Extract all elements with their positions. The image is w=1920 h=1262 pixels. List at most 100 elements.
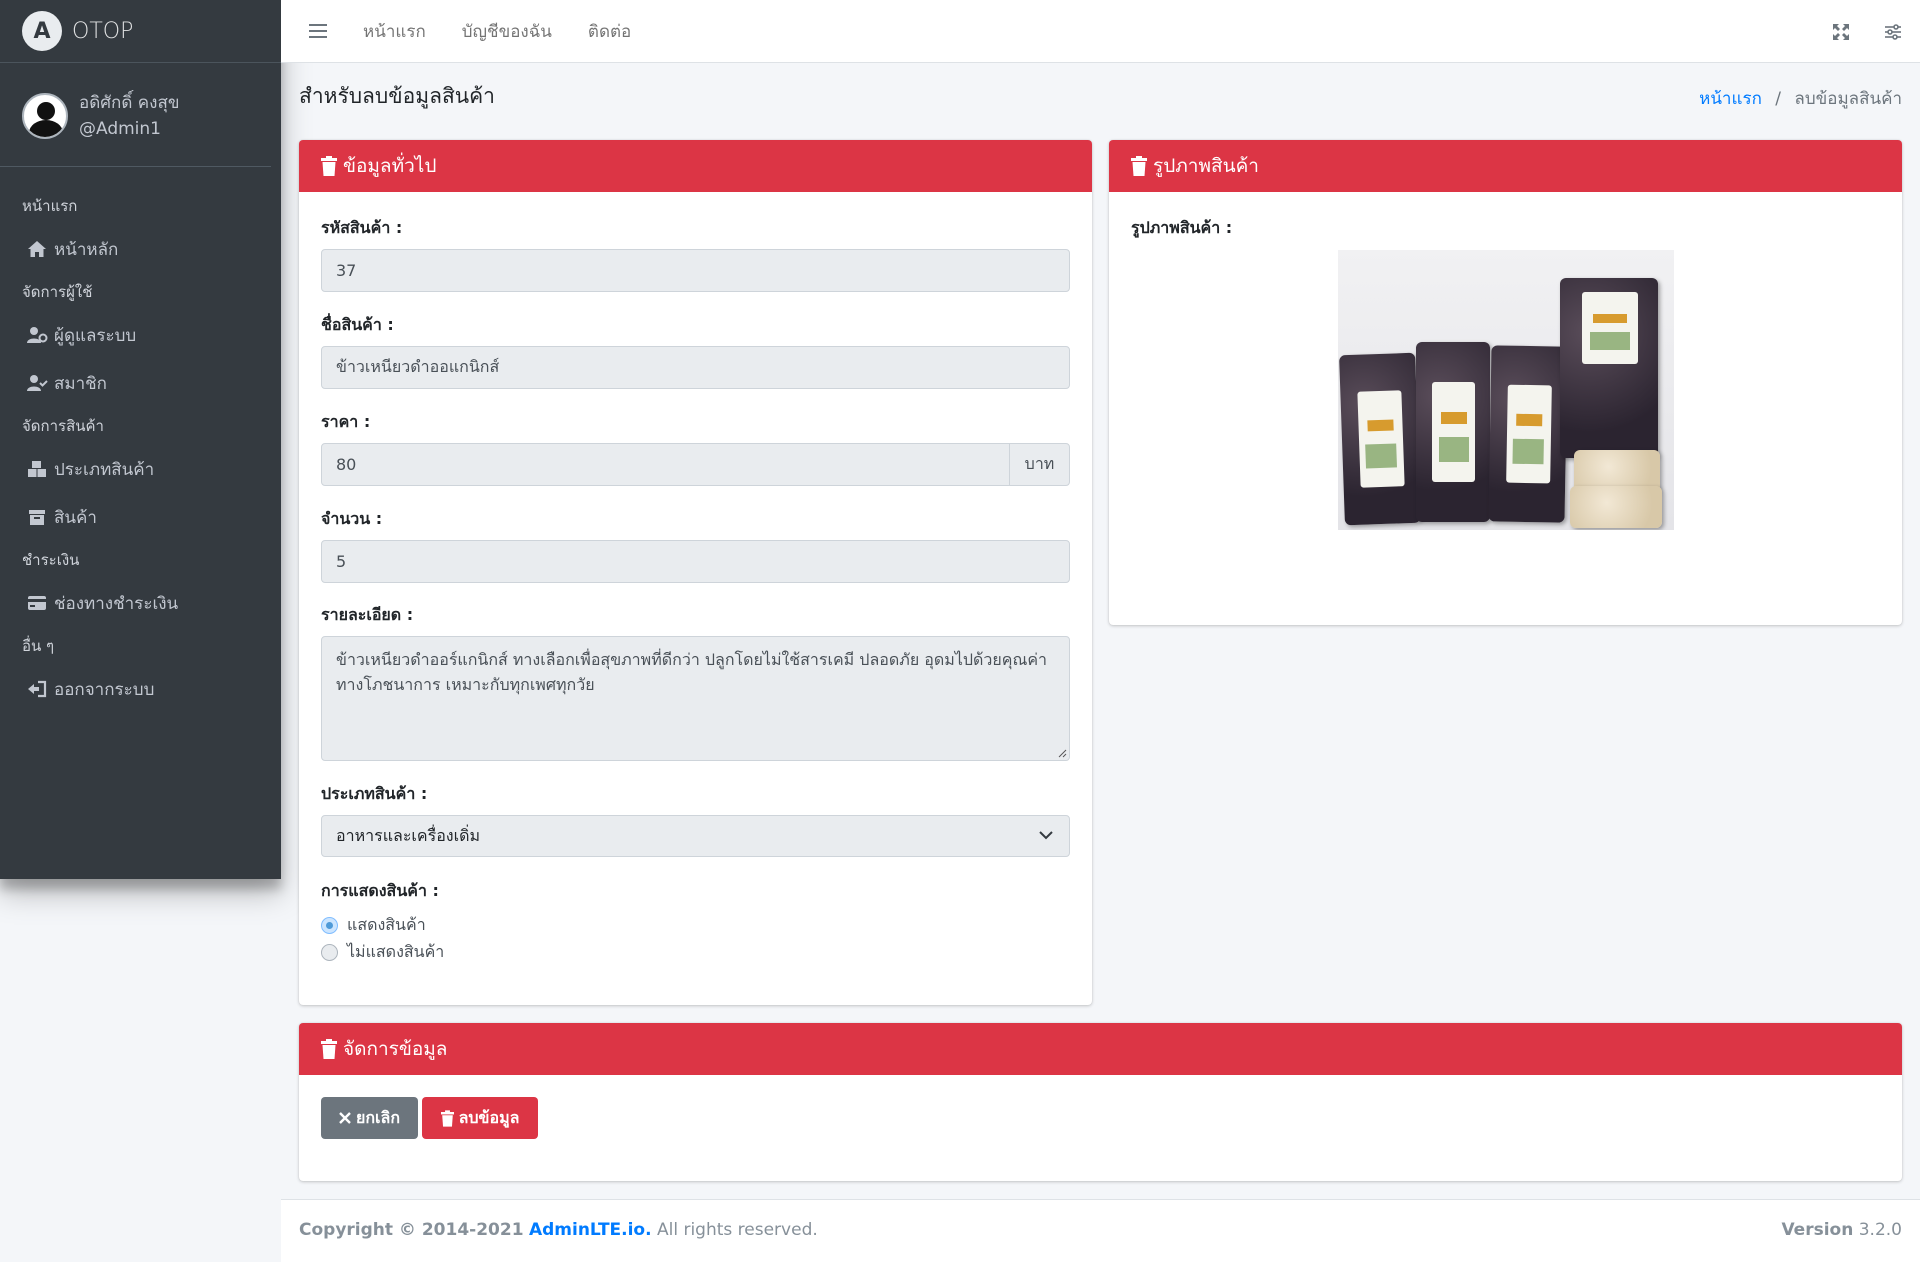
breadcrumb: หน้าแรก / ลบข้อมูลสินค้า [1699, 85, 1902, 112]
sidebar-item-label: ผู้ดูแลระบบ [54, 325, 137, 346]
product-image-card-title: รูปภาพสินค้า [1153, 155, 1259, 177]
version-label: Version [1781, 1220, 1854, 1240]
price-label: ราคา : [321, 412, 371, 431]
topnav-my-account[interactable]: บัญชีของฉัน [462, 18, 552, 45]
manage-card: จัดการข้อมูล [299, 1023, 1902, 1181]
avatar[interactable] [22, 92, 68, 139]
brand-logo: A [22, 11, 62, 51]
display-option-hide[interactable]: ไม่แสดงสินค้า [321, 940, 444, 965]
product-image-label: รูปภาพสินค้า : [1131, 218, 1233, 237]
manage-card-header: จัดการข้อมูล [299, 1023, 1902, 1075]
sidebar: A OTOP อดิศักดิ์ คงสุข @Admin1 หน้าแรก ห… [0, 0, 281, 879]
category-selected-value: อาหารและเครื่องเดิ่ม [336, 825, 481, 845]
product-name-label: ชื่อสินค้า : [321, 315, 394, 334]
chevron-down-icon [1039, 830, 1053, 840]
display-option-hide-label: ไม่แสดงสินค้า [347, 942, 445, 961]
sidebar-item-categories[interactable]: ประเภทสินค้า [0, 445, 273, 493]
home-icon [26, 239, 48, 259]
menu-toggle-icon[interactable] [309, 23, 327, 39]
rights-text: All rights reserved. [656, 1220, 818, 1240]
brand-link[interactable]: A OTOP [0, 0, 281, 63]
price-unit: บาท [1024, 454, 1055, 473]
general-info-card-header: ข้อมูลทั่วไป [299, 140, 1092, 192]
product-name-field[interactable]: ข้าวเหนียวดำออแกนิกส์ [321, 346, 1070, 389]
display-option-show[interactable]: แสดงสินค้า [321, 913, 426, 938]
sidebar-nav: หน้าแรก หน้าหลัก จัดการผู้ใช้ ผู้ดูแลระบ… [0, 167, 281, 713]
radio-hide[interactable] [321, 944, 338, 961]
sidebar-item-label: สมาชิก [54, 373, 107, 394]
radio-show[interactable] [321, 917, 338, 934]
product-photo [1338, 250, 1674, 530]
delete-button[interactable]: ลบข้อมูล [422, 1097, 538, 1139]
nav-header-users: จัดการผู้ใช้ [22, 283, 93, 301]
footer-version: Version 3.2.0 [1781, 1220, 1902, 1240]
credit-card-icon [26, 593, 48, 613]
product-image-card-header: รูปภาพสินค้า [1109, 140, 1902, 192]
close-icon [339, 1112, 351, 1124]
product-code-label: รหัสสินค้า : [321, 218, 403, 237]
trash-icon [321, 1039, 337, 1059]
category-select[interactable]: อาหารและเครื่องเดิ่ม [321, 815, 1070, 857]
sidebar-item-logout[interactable]: ออกจากระบบ [0, 665, 273, 713]
sidebar-item-label: สินค้า [54, 507, 97, 528]
footer: Copyright © 2014-2021 AdminLTE.io. All r… [281, 1199, 1920, 1262]
product-code-field[interactable]: 37 [321, 249, 1070, 292]
category-label: ประเภทสินค้า : [321, 784, 428, 803]
price-field[interactable]: 80 [321, 443, 1010, 486]
user-handle: @Admin1 [79, 118, 161, 139]
brand-name: OTOP [72, 18, 134, 44]
sign-out-icon [26, 679, 48, 699]
price-unit-addon: บาท [1009, 443, 1070, 486]
topnav-home[interactable]: หน้าแรก [363, 18, 426, 45]
nav-header-other: อื่น ๆ [22, 637, 55, 655]
trash-icon [1131, 156, 1147, 176]
sidebar-item-members[interactable]: สมาชิก [0, 359, 273, 407]
sidebar-item-label: ออกจากระบบ [54, 679, 155, 700]
breadcrumb-home-link[interactable]: หน้าแรก [1699, 89, 1762, 109]
breadcrumb-separator: / [1775, 89, 1782, 109]
sidebar-item-admins[interactable]: ผู้ดูแลระบบ [0, 311, 273, 359]
footer-copyright: Copyright © 2014-2021 AdminLTE.io. All r… [299, 1220, 818, 1240]
sidebar-item-dashboard[interactable]: หน้าหลัก [0, 225, 273, 273]
manage-card-title: จัดการข้อมูล [343, 1038, 448, 1060]
page-title: สำหรับลบข้อมูลสินค้า [299, 84, 495, 108]
version-number: 3.2.0 [1858, 1220, 1902, 1240]
user-cog-icon [26, 325, 48, 345]
detail-textarea[interactable]: ข้าวเหนียวดำออร์แกนิกส์ ทางเลือกเพื่อสุข… [321, 636, 1070, 761]
quantity-label: จำนวน : [321, 509, 383, 528]
trash-icon [440, 1109, 454, 1127]
nav-header-products: จัดการสินค้า [22, 417, 104, 435]
sidebar-item-label: ช่องทางชำระเงิน [54, 593, 179, 614]
topbar: หน้าแรก บัญชีของฉัน ติดต่อ [281, 0, 1920, 63]
user-name[interactable]: อดิศักดิ์ คงสุข [79, 90, 179, 116]
nav-header-payment: ชำระเงิน [22, 551, 80, 569]
trash-icon [321, 156, 337, 176]
sidebar-item-products[interactable]: สินค้า [0, 493, 273, 541]
nav-header-home: หน้าแรก [22, 197, 78, 215]
general-info-card-title: ข้อมูลทั่วไป [343, 155, 437, 177]
boxes-icon [26, 459, 48, 479]
display-label: การแสดงสินค้า : [321, 881, 439, 900]
copyright-text: Copyright © 2014-2021 [299, 1220, 524, 1240]
fullscreen-icon[interactable] [1832, 23, 1850, 41]
resize-handle-icon[interactable] [1057, 748, 1067, 758]
sidebar-item-label: ประเภทสินค้า [54, 459, 155, 480]
product-code-value: 37 [336, 261, 357, 280]
control-sidebar-icon[interactable] [1884, 23, 1902, 41]
cancel-button-label: ยกเลิก [355, 1107, 401, 1127]
cancel-button[interactable]: ยกเลิก [321, 1097, 418, 1139]
sidebar-item-payment-channels[interactable]: ช่องทางชำระเงิน [0, 579, 273, 627]
detail-label: รายละเอียด : [321, 605, 414, 624]
adminlte-link[interactable]: AdminLTE.io. [529, 1220, 652, 1240]
topnav-contact[interactable]: ติดต่อ [588, 18, 631, 45]
user-check-icon [26, 373, 48, 393]
breadcrumb-current: ลบข้อมูลสินค้า [1794, 89, 1902, 109]
archive-icon [26, 507, 48, 527]
display-option-show-label: แสดงสินค้า [347, 915, 426, 934]
sidebar-item-label: หน้าหลัก [54, 239, 119, 260]
product-name-value: ข้าวเหนียวดำออแกนิกส์ [336, 357, 500, 376]
user-panel: อดิศักดิ์ คงสุข @Admin1 [0, 63, 271, 167]
quantity-field[interactable]: 5 [321, 540, 1070, 583]
delete-button-label: ลบข้อมูล [458, 1107, 520, 1127]
price-value: 80 [336, 455, 357, 474]
